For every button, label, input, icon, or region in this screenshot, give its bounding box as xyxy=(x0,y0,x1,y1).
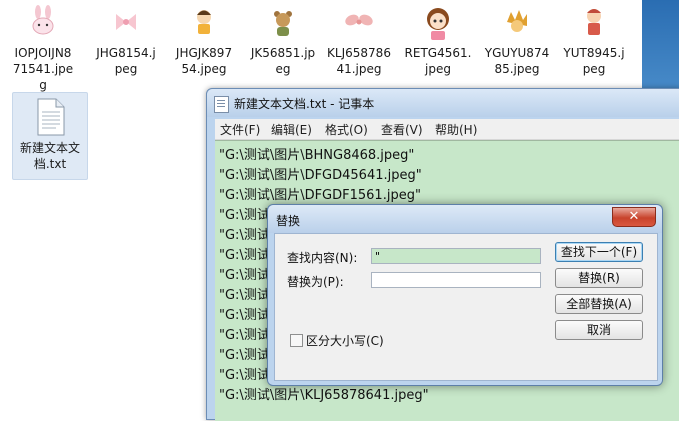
text-line: "G:\测试 xyxy=(219,208,270,223)
file-item-yut8945[interactable]: YUT8945.j peg xyxy=(557,2,631,77)
file-item-jk56851[interactable]: JK56851.jp eg xyxy=(246,2,320,77)
match-case-label: 区分大小写(C) xyxy=(306,334,384,348)
hedgehog-thumb-icon xyxy=(507,10,527,32)
find-label: 查找内容(N): xyxy=(287,251,358,265)
file-item-iopjoijn871541[interactable]: IOPJOIJN8 71541.jpe g xyxy=(6,2,80,93)
replace-dialog-body: 查找内容(N): 替换为(P): 区分大小写(C) 查找下一个(F) 替换(R)… xyxy=(274,233,658,381)
file-item-yguyu87485[interactable]: YGUYU874 85.jpeg xyxy=(480,2,554,77)
menu-edit[interactable]: 编辑(E) xyxy=(271,121,312,138)
find-next-button[interactable]: 查找下一个(F) xyxy=(555,242,643,262)
text-line: "G:\测试 xyxy=(219,368,270,383)
replace-dialog: 替换 ✕ 查找内容(N): 替换为(P): 区分大小写(C) 查找下一个(F) … xyxy=(267,204,663,386)
text-line: "G:\测试\图片\BHNG8468.jpeg" xyxy=(219,148,415,163)
text-line: "G:\测试\图片\DFGDF1561.jpeg" xyxy=(219,188,421,203)
notepad-titlebar[interactable]: 新建文本文档.txt - 记事本 xyxy=(207,89,679,117)
file-item-klj65878641[interactable]: KLJ658786 41.jpeg xyxy=(322,2,396,77)
menu-file[interactable]: 文件(F) xyxy=(220,121,260,138)
replace-dialog-titlebar[interactable]: 替换 ✕ xyxy=(268,205,662,233)
menu-view[interactable]: 查看(V) xyxy=(381,121,423,138)
file-item-jhg8154[interactable]: JHG8154.j peg xyxy=(89,2,163,77)
notepad-menubar: 文件(F) 编辑(E) 格式(O) 查看(V) 帮助(H) xyxy=(215,119,679,140)
text-document-icon xyxy=(37,98,65,136)
bear-thumb-icon xyxy=(274,11,292,36)
boy-thumb-icon xyxy=(197,10,211,34)
replace-button[interactable]: 替换(R) xyxy=(555,268,643,288)
bow-thumb-icon xyxy=(345,14,373,26)
girl-thumb-icon xyxy=(427,8,449,40)
replace-dialog-title: 替换 xyxy=(276,214,301,228)
close-button[interactable]: ✕ xyxy=(612,207,656,227)
menu-format[interactable]: 格式(O) xyxy=(325,121,368,138)
doll-thumb-icon xyxy=(587,9,601,35)
replace-input[interactable] xyxy=(371,272,541,288)
menu-help[interactable]: 帮助(H) xyxy=(435,121,477,138)
pink-bow-thumb-icon xyxy=(116,14,136,30)
bunny-thumb-icon xyxy=(32,5,54,35)
text-line: "G:\测试 xyxy=(219,228,270,243)
text-line: "G:\测试\图片\KLJ65878641.jpeg" xyxy=(219,388,429,403)
file-item-new-text-document[interactable]: 新建文本文 档.txt xyxy=(12,92,88,180)
text-line: "G:\测试 xyxy=(219,348,270,363)
close-icon: ✕ xyxy=(628,209,640,224)
find-input[interactable] xyxy=(371,248,541,264)
match-case-checkbox[interactable] xyxy=(290,334,303,347)
text-line: "G:\测试 xyxy=(219,268,270,283)
replace-label: 替换为(P): xyxy=(287,275,344,289)
text-line: "G:\测试 xyxy=(219,328,270,343)
notepad-title: 新建文本文档.txt - 记事本 xyxy=(234,97,375,111)
text-line: "G:\测试 xyxy=(219,308,270,323)
cancel-button[interactable]: 取消 xyxy=(555,320,643,340)
file-item-jhgjk89754[interactable]: JHGJK897 54.jpeg xyxy=(167,2,241,77)
file-item-retg4561[interactable]: RETG4561. jpeg xyxy=(401,2,475,77)
text-line: "G:\测试 xyxy=(219,248,270,263)
text-line: "G:\测试\图片\DFGD45641.jpeg" xyxy=(219,168,422,183)
text-line: "G:\测试 xyxy=(219,288,270,303)
replace-all-button[interactable]: 全部替换(A) xyxy=(555,294,643,314)
notepad-icon xyxy=(214,96,229,113)
